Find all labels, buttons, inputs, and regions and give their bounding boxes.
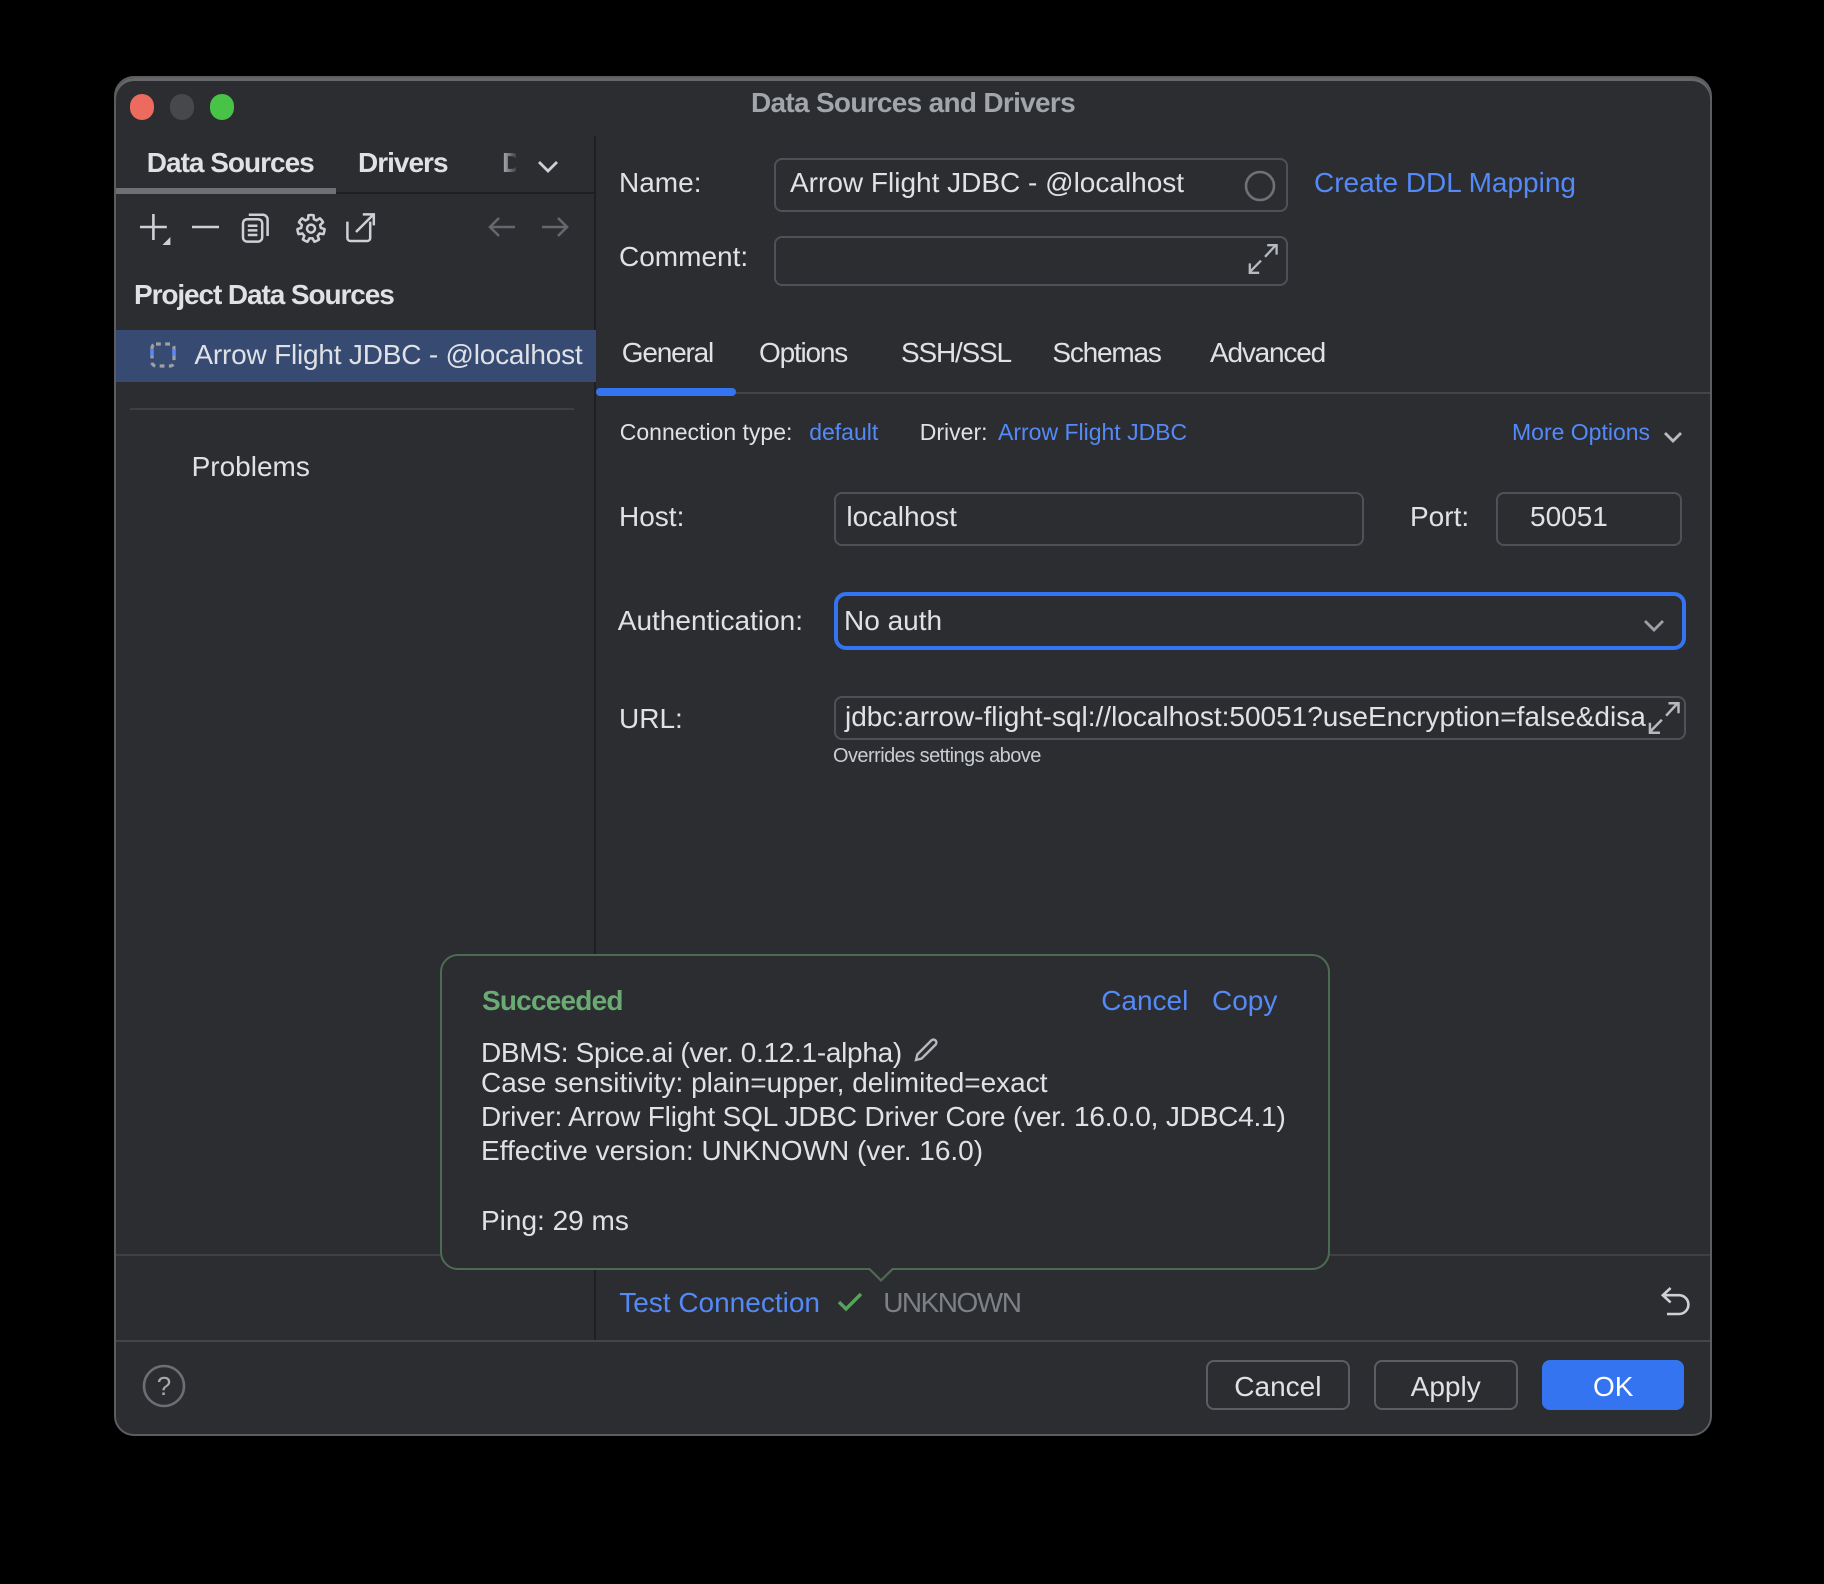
svg-text:?: ? [157, 1371, 171, 1401]
